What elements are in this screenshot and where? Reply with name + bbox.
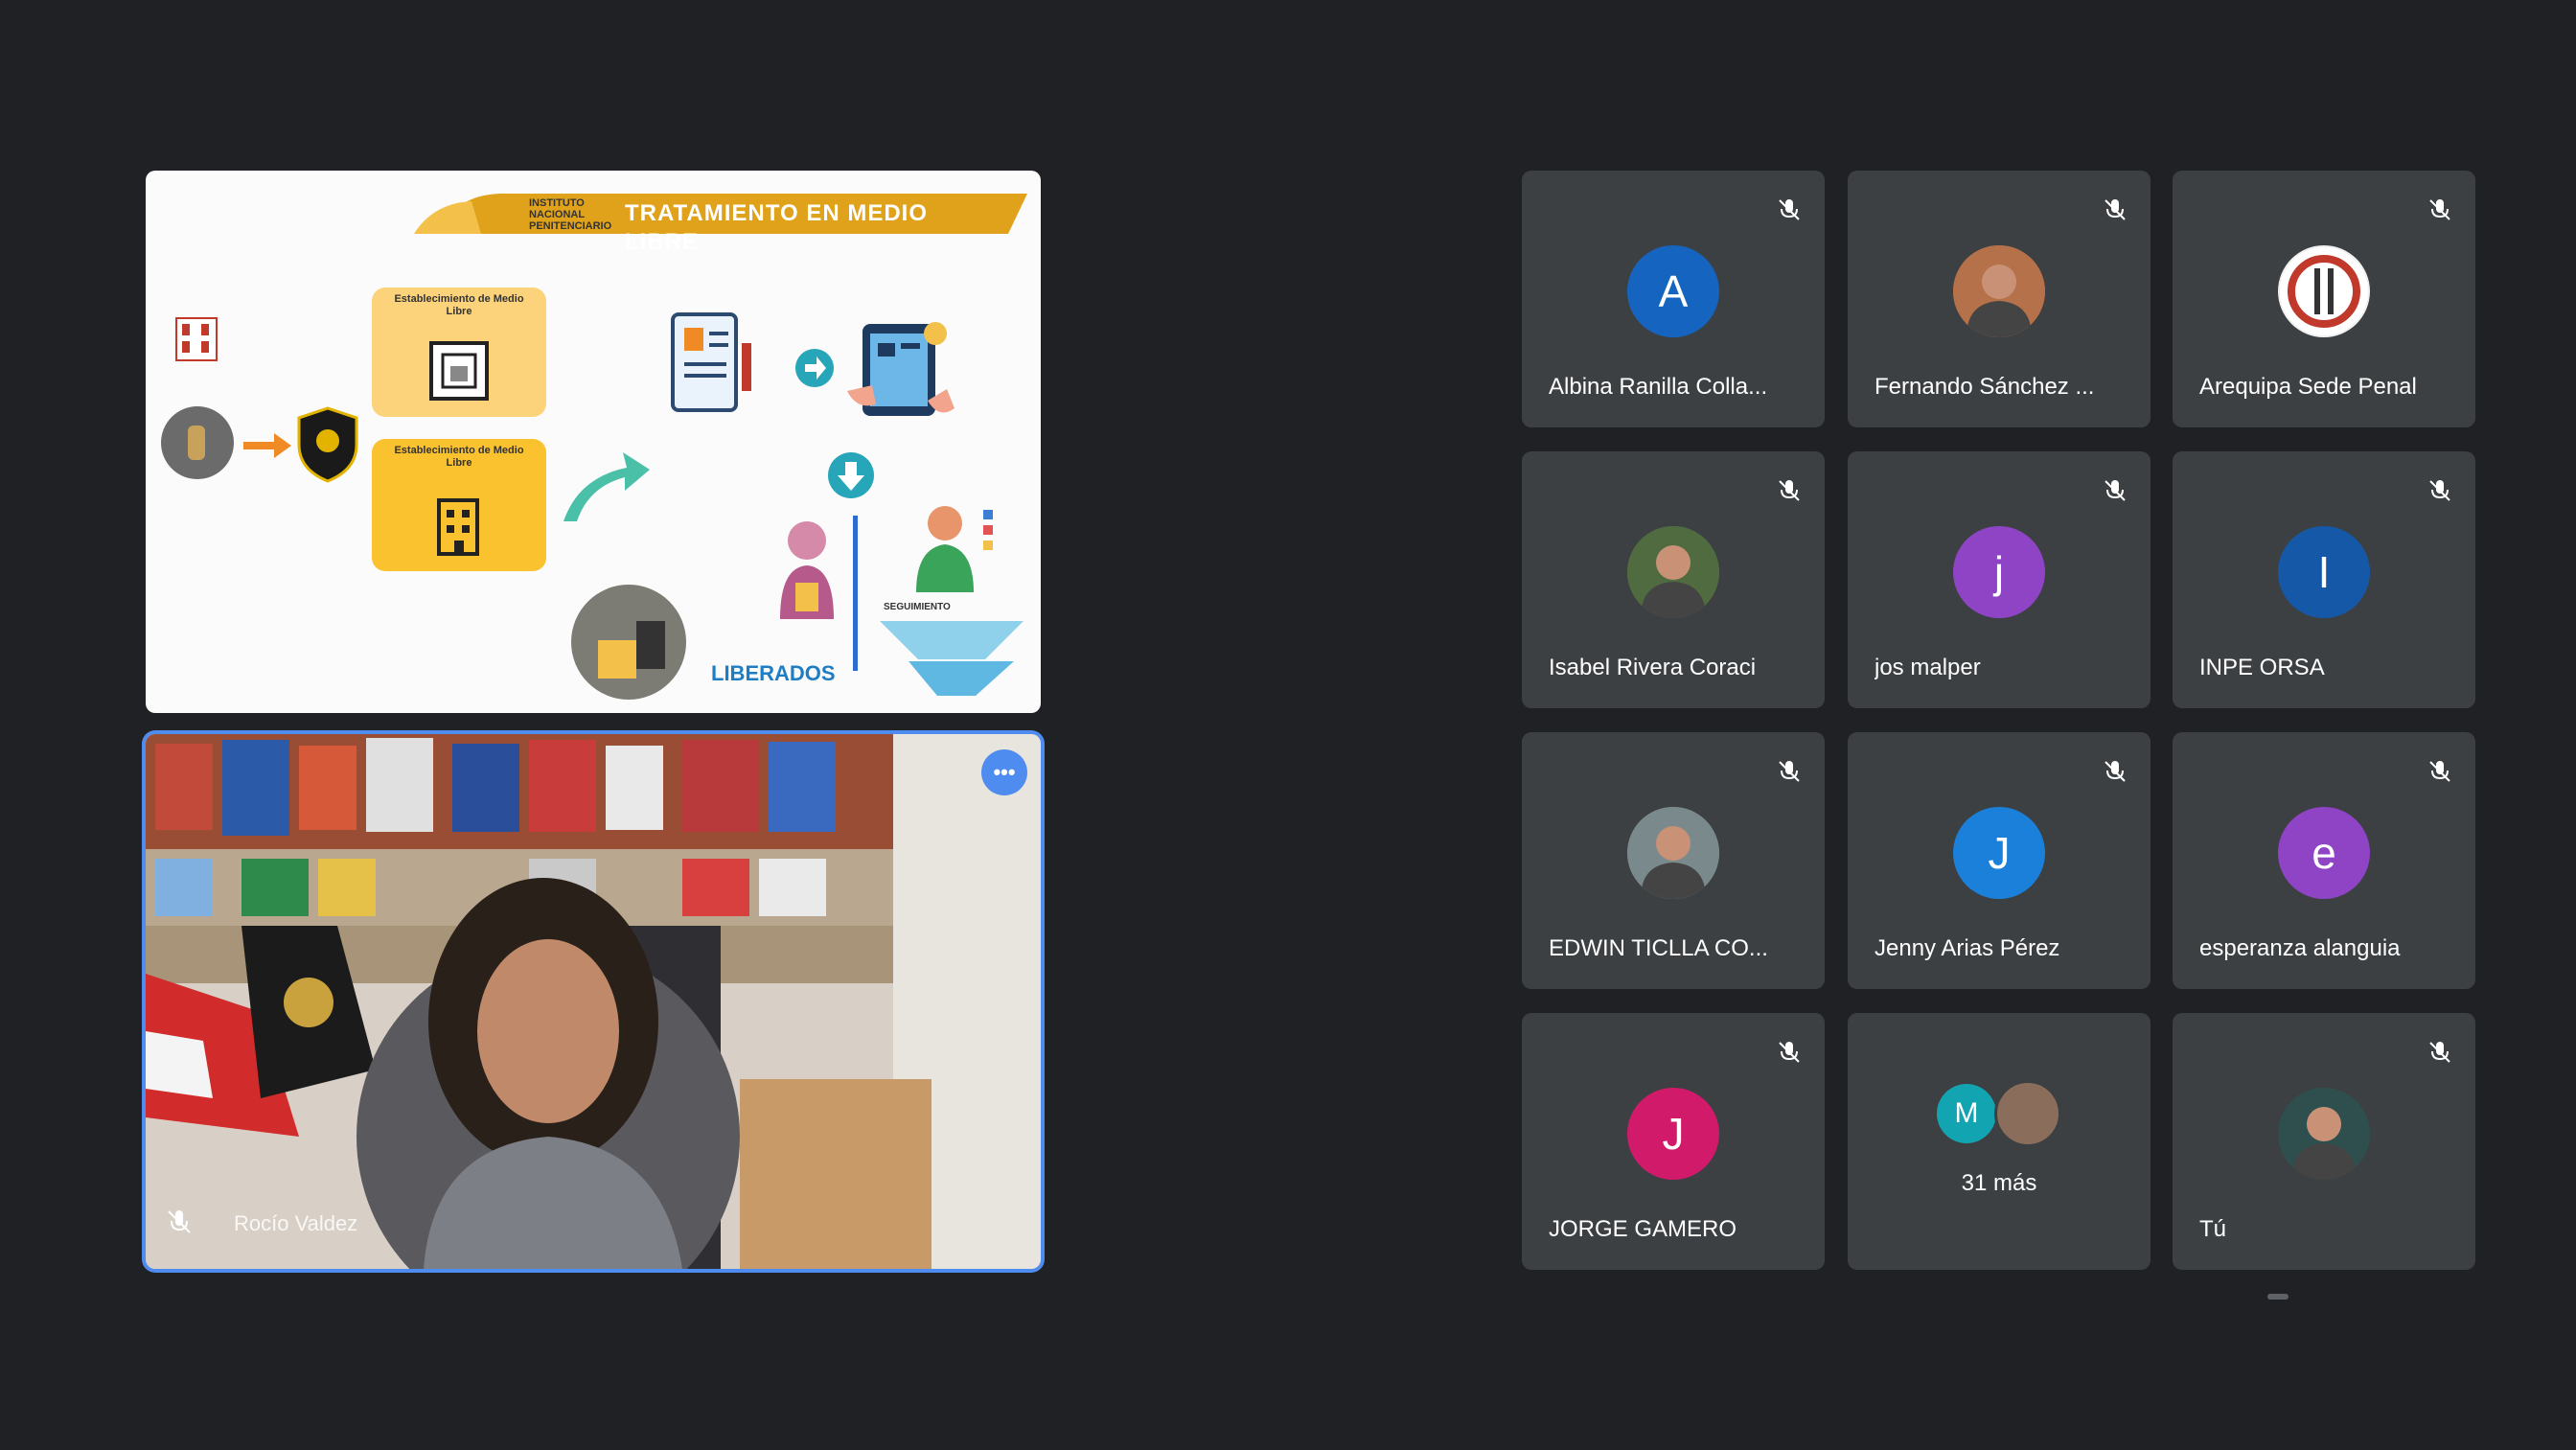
profile-photo [1953,245,2045,337]
avatar: I [2278,526,2370,618]
participant-name: Isabel Rivera Coraci [1549,655,1757,680]
participant-tile[interactable]: j jos malper [1848,451,2150,708]
person-desk-icon [916,506,993,592]
avatar [1953,245,2045,337]
avatar [1994,1080,2061,1147]
speaker-video-background [146,734,1041,1269]
arrow-circle-right-icon [795,349,834,387]
arrow-right-icon [243,433,291,458]
participant-name: JORGE GAMERO [1549,1216,1737,1242]
avatar-initial: I [2317,547,2331,597]
tablet-hands-icon [847,322,954,416]
shield-icon [297,406,358,483]
avatar [1627,807,1719,899]
avatar-initial: e [2312,828,2336,878]
slide-caption: SEGUIMIENTO [884,602,951,612]
participant-name: Fernando Sánchez ... [1874,374,2095,400]
participant-name: INPE ORSA [2199,655,2325,680]
participant-name: Jenny Arias Pérez [1874,935,2060,961]
avatar-initial: J [1662,1109,1685,1159]
avatar: A [1627,245,1719,337]
avatar: j [1953,526,2045,618]
microphone-off-icon [2427,759,2452,784]
avatar-initial: j [1993,547,2005,597]
presentation-tile[interactable]: INSTITUTO NACIONAL PENITENCIARIO TRATAMI… [146,171,1041,713]
slide-box-bottom-label: Establecimiento de Medio Libre [394,445,524,469]
hand-cuffs-icon [161,406,234,479]
slide-box-bottom: Establecimiento de Medio Libre [372,439,546,571]
avatar: J [1627,1088,1719,1180]
participant-tile[interactable]: Fernando Sánchez ... [1848,171,2150,427]
curved-arrow-icon [564,452,650,521]
participant-tile[interactable]: J Jenny Arias Pérez [1848,732,2150,989]
arrow-circle-down-icon [828,452,874,498]
participant-name: jos malper [1874,655,1981,680]
microphone-off-icon [1777,759,1802,784]
participant-name: Albina Ranilla Colla... [1549,374,1768,400]
slide-logo-text: LIBERADOS [711,661,836,685]
profile-photo [2278,1088,2370,1180]
participant-name: Arequipa Sede Penal [2199,374,2417,400]
slide-brand: INSTITUTO NACIONAL PENITENCIARIO [529,197,612,232]
participant-tile[interactable]: Arequipa Sede Penal [2173,171,2475,427]
participant-tile[interactable]: J JORGE GAMERO [1522,1013,1825,1270]
microphone-off-icon [2427,478,2452,503]
building-icon [175,317,218,361]
microphone-off-icon [2427,1040,2452,1065]
triangle-marker-icon [880,621,1024,696]
microphone-off-icon [1777,478,1802,503]
office-building-icon [437,498,479,556]
more-participants-label: 31 más [1961,1170,2037,1196]
participant-tile[interactable]: e esperanza alanguia [2173,732,2475,989]
frame-icon [429,341,489,401]
photo-circle-icon [571,585,686,700]
scroll-indicator[interactable] [2267,1294,2288,1300]
document-icon [671,312,751,412]
avatar-initial: A [1658,266,1689,316]
avatar [1627,526,1719,618]
avatar-initial: J [1988,828,2011,878]
speaker-video-tile[interactable]: Rocío Valdez ••• [146,734,1041,1269]
person-icon [780,521,834,619]
more-participants-tile[interactable]: M 31 más [1848,1013,2150,1270]
microphone-off-icon [2103,197,2128,222]
avatar [2278,1088,2370,1180]
microphone-off-icon [2427,197,2452,222]
avatar-initial: M [1954,1097,1979,1129]
participant-tile[interactable]: A Albina Ranilla Colla... [1522,171,1825,427]
avatar: J [1953,807,2045,899]
speaker-name: Rocío Valdez [234,1211,358,1235]
participant-tile[interactable]: EDWIN TICLLA CO... [1522,732,1825,989]
logo-icon [2280,247,2368,335]
slide-divider [853,516,858,671]
slide-title: TRATAMIENTO EN MEDIO LIBRE [625,200,928,255]
microphone-off-icon [168,1210,191,1233]
participant-name: EDWIN TICLLA CO... [1549,935,1768,961]
microphone-off-icon [2103,759,2128,784]
participant-tile[interactable]: I INPE ORSA [2173,451,2475,708]
more-options-icon[interactable]: ••• [981,749,1027,795]
profile-photo [1627,807,1719,899]
microphone-off-icon [1777,197,1802,222]
slide-box-top-label: Establecimiento de Medio Libre [394,293,524,317]
profile-photo [1627,526,1719,618]
participant-name: esperanza alanguia [2199,935,2401,961]
avatar: M [1937,1084,1996,1143]
more-avatars: M [1937,1080,2061,1147]
microphone-off-icon [1777,1040,1802,1065]
participant-tile[interactable]: Tú [2173,1013,2475,1270]
avatar: e [2278,807,2370,899]
microphone-off-icon [2103,478,2128,503]
avatar [2278,245,2370,337]
participant-name: Tú [2199,1216,2227,1242]
slide-box-top: Establecimiento de Medio Libre [372,288,546,417]
participant-tile[interactable]: Isabel Rivera Coraci [1522,451,1825,708]
